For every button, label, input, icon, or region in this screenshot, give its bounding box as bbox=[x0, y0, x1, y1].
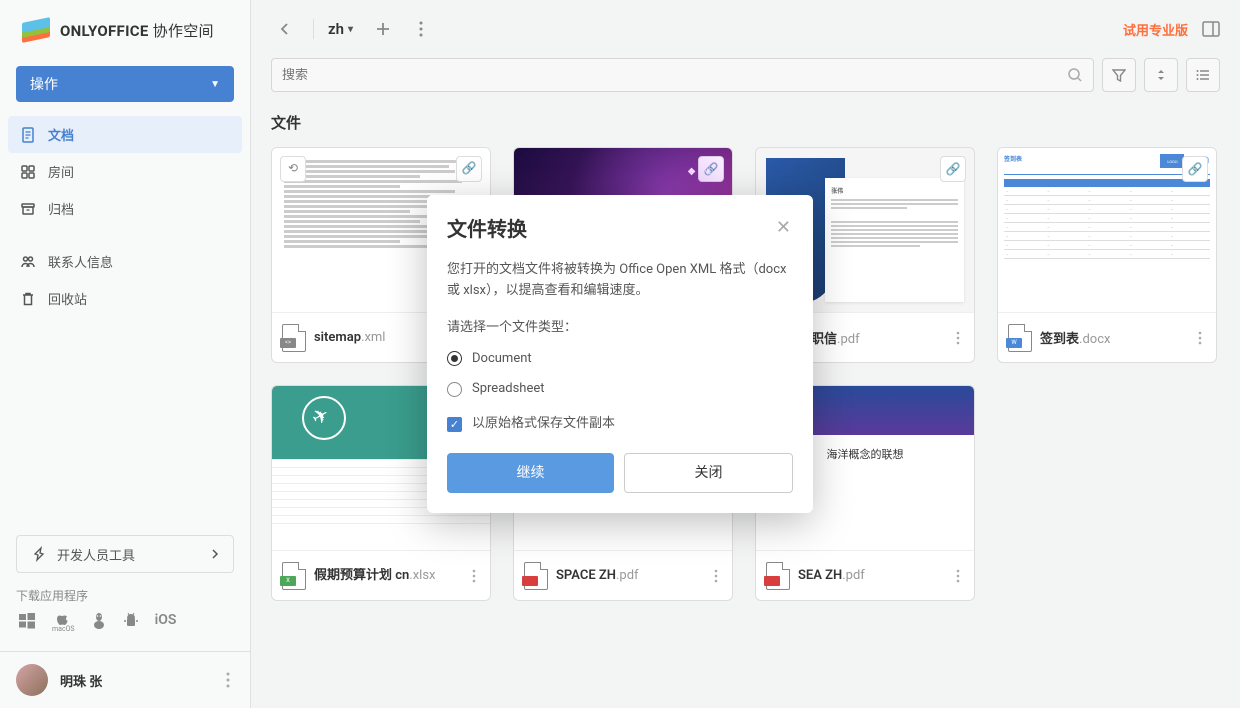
ios-icon[interactable]: iOS bbox=[155, 612, 177, 633]
toolbar bbox=[251, 58, 1240, 106]
file-more-button[interactable] bbox=[952, 565, 964, 587]
checkbox-label: 以原始格式保存文件副本 bbox=[472, 414, 615, 435]
file-name: 签到表.docx bbox=[1040, 328, 1186, 347]
chevron-right-icon bbox=[211, 548, 219, 560]
sidebar-nav: 文档 房间 归档 联系人信息 回收站 bbox=[0, 116, 250, 317]
download-apps-label: 下载应用程序 bbox=[0, 587, 250, 612]
sidebar-item-archive[interactable]: 归档 bbox=[8, 190, 242, 227]
file-name: 假期预算计划 cn.xlsx bbox=[314, 568, 460, 584]
linux-icon[interactable] bbox=[91, 612, 107, 633]
user-profile-row: 明珠 张 bbox=[0, 651, 250, 708]
breadcrumb[interactable]: zh ▾ bbox=[328, 20, 353, 38]
archive-icon bbox=[20, 201, 36, 217]
file-conversion-modal: 文件转换 ✕ 您打开的文档文件将被转换为 Office Open XML 格式（… bbox=[427, 195, 813, 513]
radio-document[interactable]: Document bbox=[447, 349, 793, 370]
checkbox-icon: ✓ bbox=[447, 417, 462, 432]
android-icon[interactable] bbox=[123, 612, 139, 633]
search-box[interactable] bbox=[271, 58, 1094, 92]
platform-icons: macOS iOS bbox=[0, 612, 250, 651]
modal-title: 文件转换 bbox=[447, 213, 527, 242]
more-button[interactable] bbox=[407, 15, 435, 43]
filter-button[interactable] bbox=[1102, 58, 1136, 92]
file-type-icon: W bbox=[1008, 324, 1032, 352]
file-more-button[interactable] bbox=[1194, 327, 1206, 349]
dev-tools-label: 开发人员工具 bbox=[57, 545, 135, 564]
action-dropdown[interactable]: 操作 ▼ bbox=[16, 66, 234, 102]
file-name: SEA ZH.pdf bbox=[798, 568, 944, 583]
close-button[interactable]: 关闭 bbox=[624, 453, 793, 493]
sidebar-item-label: 文档 bbox=[48, 125, 74, 144]
file-type-icon bbox=[524, 562, 548, 590]
link-icon[interactable]: 🔗 bbox=[698, 156, 724, 182]
radio-icon bbox=[447, 382, 462, 397]
panel-icon[interactable] bbox=[1202, 21, 1220, 37]
file-type-icon bbox=[766, 562, 790, 590]
radio-spreadsheet[interactable]: Spreadsheet bbox=[447, 379, 793, 400]
windows-icon[interactable] bbox=[18, 612, 36, 633]
onlyoffice-logo-icon bbox=[22, 18, 50, 42]
sidebar-item-label: 回收站 bbox=[48, 289, 87, 308]
sidebar-item-label: 联系人信息 bbox=[48, 252, 113, 271]
back-button[interactable] bbox=[271, 15, 299, 43]
brand-logo[interactable]: ONLYOFFICE 协作空间 bbox=[0, 0, 250, 56]
file-footer: X 假期预算计划 cn.xlsx bbox=[272, 550, 490, 600]
file-thumbnail: 🔗 签到表LOGO⚇⚇ ————————————————————————————… bbox=[998, 148, 1216, 312]
radio-icon bbox=[447, 351, 462, 366]
avatar[interactable] bbox=[16, 664, 48, 696]
modal-description: 您打开的文档文件将被转换为 Office Open XML 格式（docx 或 … bbox=[447, 260, 793, 302]
link-icon[interactable]: 🔗 bbox=[456, 156, 482, 182]
file-card[interactable]: 🔗 签到表LOGO⚇⚇ ————————————————————————————… bbox=[997, 147, 1217, 363]
chevron-down-icon: ▼ bbox=[210, 79, 220, 90]
close-icon[interactable]: ✕ bbox=[774, 215, 793, 240]
document-icon bbox=[20, 127, 36, 143]
view-list-button[interactable] bbox=[1186, 58, 1220, 92]
search-icon bbox=[1067, 67, 1083, 83]
sort-button[interactable] bbox=[1144, 58, 1178, 92]
keep-copy-checkbox[interactable]: ✓ 以原始格式保存文件副本 bbox=[447, 414, 793, 435]
link-icon[interactable]: 🔗 bbox=[940, 156, 966, 182]
file-footer: W 签到表.docx bbox=[998, 312, 1216, 362]
search-input[interactable] bbox=[282, 68, 1067, 83]
caret-down-icon: ▾ bbox=[348, 24, 353, 35]
file-name: SPACE ZH.pdf bbox=[556, 568, 702, 583]
sidebar-item-trash[interactable]: 回收站 bbox=[8, 280, 242, 317]
continue-button[interactable]: 继续 bbox=[447, 453, 614, 493]
link-icon[interactable]: 🔗 bbox=[1182, 156, 1208, 182]
file-more-button[interactable] bbox=[952, 327, 964, 349]
file-type-icon: <> bbox=[282, 324, 306, 352]
user-name: 明珠 张 bbox=[60, 671, 210, 690]
section-title: 文件 bbox=[251, 106, 1240, 147]
trash-icon bbox=[20, 291, 36, 307]
brand-name: ONLYOFFICE 协作空间 bbox=[60, 20, 214, 41]
refresh-icon[interactable]: ⟲ bbox=[280, 156, 306, 182]
sidebar-item-rooms[interactable]: 房间 bbox=[8, 153, 242, 190]
macos-icon[interactable]: macOS bbox=[52, 612, 75, 633]
rooms-icon bbox=[20, 164, 36, 180]
file-more-button[interactable] bbox=[468, 565, 480, 587]
sidebar-item-label: 归档 bbox=[48, 199, 74, 218]
sidebar-item-documents[interactable]: 文档 bbox=[8, 116, 242, 153]
action-label: 操作 bbox=[30, 74, 58, 94]
file-footer: SPACE ZH.pdf bbox=[514, 550, 732, 600]
modal-label: 请选择一个文件类型： bbox=[447, 318, 793, 339]
dev-tools-button[interactable]: 开发人员工具 bbox=[16, 535, 234, 573]
file-footer: SEA ZH.pdf bbox=[756, 550, 974, 600]
sidebar: ONLYOFFICE 协作空间 操作 ▼ 文档 房间 归档 联系人信息 回收站 bbox=[0, 0, 251, 708]
contacts-icon bbox=[20, 254, 36, 270]
file-name: 辞职信.pdf bbox=[798, 328, 944, 347]
tools-icon bbox=[31, 546, 47, 562]
radio-label: Spreadsheet bbox=[472, 379, 545, 400]
add-button[interactable] bbox=[369, 15, 397, 43]
file-type-icon: X bbox=[282, 562, 306, 590]
user-menu-button[interactable] bbox=[222, 668, 234, 692]
trial-link[interactable]: 试用专业版 bbox=[1123, 20, 1188, 39]
topbar: zh ▾ 试用专业版 bbox=[251, 0, 1240, 58]
sidebar-item-label: 房间 bbox=[48, 162, 74, 181]
sidebar-item-contacts[interactable]: 联系人信息 bbox=[8, 243, 242, 280]
file-more-button[interactable] bbox=[710, 565, 722, 587]
radio-label: Document bbox=[472, 349, 532, 370]
